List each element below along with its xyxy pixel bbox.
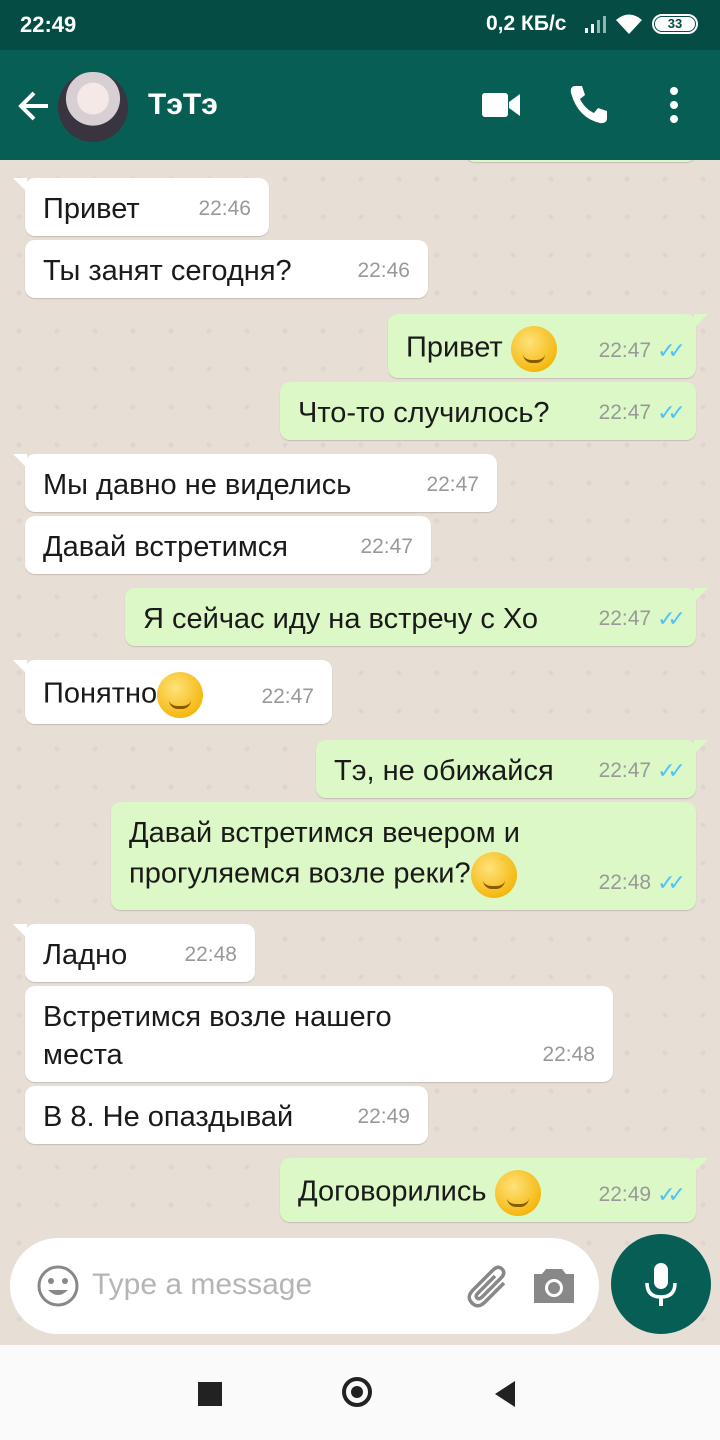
message-bubble-incoming[interactable]: Мы давно не виделись 22:47	[13, 454, 497, 512]
message-text: Договорились	[298, 1175, 487, 1208]
message-bubble-incoming[interactable]: В 8. Не опаздывай 22:49	[25, 1086, 428, 1144]
battery-level: 33	[655, 17, 695, 31]
microphone-icon	[645, 1263, 677, 1306]
read-receipt-icon: ✓✓	[657, 1182, 686, 1207]
message-bubble-incoming[interactable]: Встретимся возле нашего места 22:48	[25, 986, 613, 1082]
winking-face-emoji-icon	[494, 1170, 541, 1216]
message-input-placeholder[interactable]: Type a message	[92, 1268, 312, 1302]
smirking-face-emoji-icon	[470, 852, 517, 898]
wifi-icon	[616, 14, 642, 34]
read-receipt-icon: ✓✓	[657, 400, 686, 425]
message-list[interactable]: Привет 22:46 Ты занят сегодня? 22:46 При…	[0, 160, 720, 1345]
network-speed: 0,2 КБ/с	[486, 12, 567, 35]
message-bubble-outgoing[interactable]: Привет 22:47 ✓✓	[388, 314, 708, 378]
message-bubble-outgoing[interactable]: Что-то случилось? 22:47 ✓✓	[280, 382, 696, 440]
message-time: 22:46	[198, 197, 251, 220]
message-text: Понятно	[43, 677, 158, 710]
message-time: 22:47	[598, 607, 652, 630]
message-bubble-incoming[interactable]: Привет 22:46	[13, 178, 269, 236]
message-bubble-incoming[interactable]: Ты занят сегодня? 22:46	[25, 240, 428, 298]
read-receipt-icon: ✓✓	[657, 606, 686, 631]
battery-icon: 33	[652, 14, 698, 34]
message-time: 22:48	[542, 1043, 595, 1066]
message-text: Давай встретимся вечером и прогуляемся в…	[129, 817, 521, 890]
read-receipt-icon: ✓✓	[657, 758, 686, 783]
message-composer[interactable]: Type a message	[10, 1238, 599, 1334]
message-text: Давай встретимся	[43, 531, 289, 563]
home-button-icon[interactable]	[342, 1377, 372, 1407]
back-arrow-icon[interactable]	[14, 86, 54, 126]
message-time: 22:49	[357, 1105, 410, 1128]
recents-button-icon[interactable]	[198, 1382, 222, 1406]
message-time: 22:48	[184, 943, 237, 966]
pensive-face-emoji-icon	[157, 672, 204, 718]
read-receipt-icon: ✓✓	[657, 338, 686, 363]
message-bubble-outgoing[interactable]: Тэ, не обижайся 22:47 ✓✓	[316, 740, 708, 798]
read-receipt-icon: ✓✓	[657, 870, 686, 895]
message-bubble-outgoing[interactable]: Я сейчас иду на встречу с Хо 22:47 ✓✓	[125, 588, 708, 646]
phone-icon[interactable]	[568, 83, 608, 125]
system-navigation-bar	[0, 1345, 720, 1440]
message-bubble-incoming[interactable]: Давай встретимся 22:47	[25, 516, 431, 574]
message-time: 22:47	[261, 685, 314, 708]
message-time: 22:47	[598, 759, 652, 782]
message-text: Мы давно не виделись	[43, 469, 352, 501]
message-bubble-outgoing[interactable]: Договорились 22:49 ✓✓	[280, 1158, 708, 1222]
status-bar: 22:49 0,2 КБ/с 33	[0, 0, 720, 50]
message-time: 22:47	[598, 401, 652, 424]
more-options-icon[interactable]	[664, 85, 684, 125]
contact-avatar[interactable]	[58, 72, 128, 142]
attachment-icon[interactable]	[466, 1263, 510, 1311]
message-time: 22:47	[598, 339, 652, 362]
status-time: 22:49	[20, 12, 77, 37]
message-time: 22:47	[426, 473, 479, 496]
emoji-icon[interactable]	[36, 1264, 80, 1308]
signal-icon	[585, 16, 606, 33]
message-time: 22:49	[598, 1183, 652, 1206]
message-text: Привет	[406, 331, 503, 364]
message-text: Встретимся возле нашего места	[43, 1001, 392, 1071]
contact-name[interactable]: ТэТэ	[148, 88, 218, 122]
hugging-face-emoji-icon	[510, 326, 557, 372]
message-text: В 8. Не опаздывай	[43, 1101, 294, 1133]
message-bubble-partial	[465, 160, 696, 162]
video-call-icon[interactable]	[482, 90, 522, 120]
message-bubble-outgoing[interactable]: Давай встретимся вечером и прогуляемся в…	[111, 802, 696, 910]
back-button-icon[interactable]	[495, 1381, 515, 1407]
message-text: Ты занят сегодня?	[43, 255, 292, 287]
message-time: 22:48	[598, 871, 652, 894]
message-time: 22:46	[357, 259, 410, 282]
voice-message-button[interactable]	[611, 1234, 711, 1334]
message-bubble-incoming[interactable]: Понятно 22:47	[13, 660, 332, 724]
chat-header: ТэТэ	[0, 50, 720, 160]
camera-icon[interactable]	[532, 1265, 576, 1305]
message-bubble-incoming[interactable]: Ладно 22:48	[13, 924, 255, 982]
message-time: 22:47	[360, 535, 413, 558]
